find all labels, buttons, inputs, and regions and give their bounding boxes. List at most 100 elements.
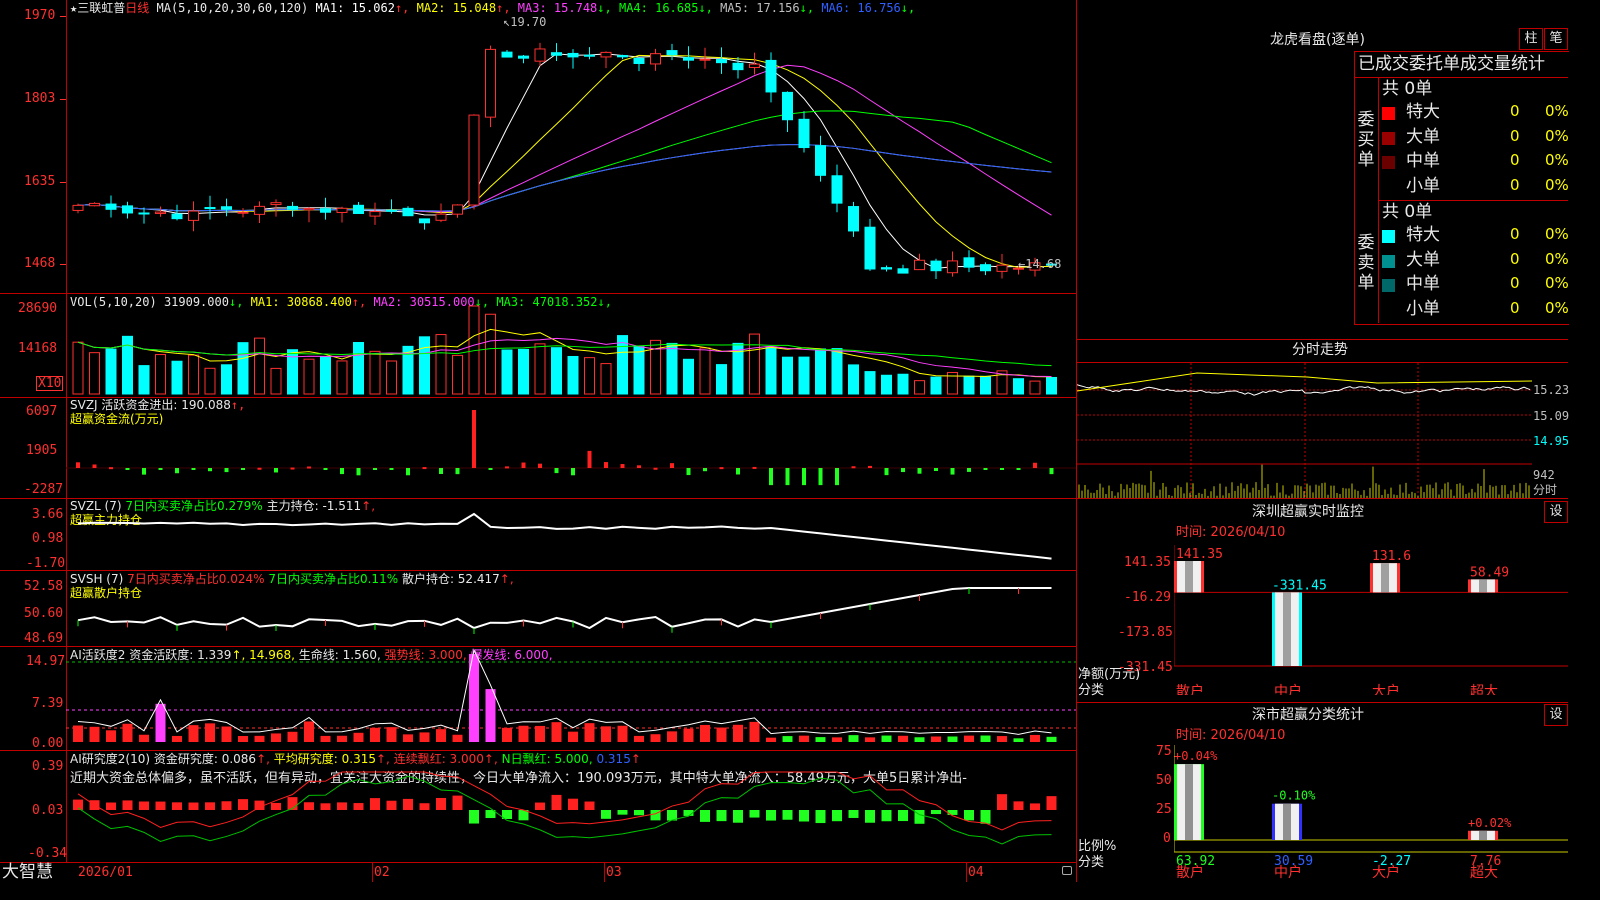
fund-flow-bar — [967, 468, 971, 472]
candle-body — [650, 53, 661, 65]
activity-bar — [73, 725, 83, 742]
category-swatch — [1382, 254, 1395, 268]
ai-research-chart[interactable] — [66, 752, 1076, 862]
fund-flow-bar — [868, 465, 872, 468]
research-bar — [320, 803, 331, 810]
candle-body — [204, 207, 216, 210]
classify-axis-label: 75 — [1156, 744, 1172, 759]
volume-bar — [699, 347, 711, 395]
category-count: 0 — [1510, 126, 1520, 145]
monitor-settings-button[interactable]: 设 — [1544, 501, 1568, 523]
activity-bar — [1030, 734, 1040, 742]
category-percent: 0% — [1545, 102, 1569, 120]
activity-bar — [238, 736, 248, 742]
volume-bar — [782, 356, 793, 395]
activity-bar — [782, 736, 793, 742]
date-label: 03 — [606, 865, 622, 880]
svzj-axis-label: 1905 — [26, 443, 58, 458]
activity-bar — [617, 725, 628, 742]
volume-bar — [534, 343, 546, 395]
intraday-unit-label: 分时 — [1533, 483, 1558, 497]
volume-chart[interactable] — [66, 298, 1076, 396]
price-axis-label: 1803 — [24, 91, 56, 106]
bar-shade — [1283, 592, 1291, 666]
candle-body — [534, 48, 546, 62]
candle-body — [897, 268, 909, 274]
activity-bar — [89, 726, 100, 742]
volume-bar — [666, 342, 678, 395]
ma-line — [77, 64, 1052, 216]
brand-logo[interactable]: 大智慧 — [2, 864, 53, 881]
stock-name[interactable]: 三联虹普 — [77, 1, 125, 15]
classify-chart[interactable]: 63.92+0.04%散户30.59-0.10%中户-2.27大户7.76+0.… — [1174, 745, 1568, 882]
volume-bar — [138, 365, 150, 395]
monitor-time: 时间: 2026/04/10 — [1176, 525, 1286, 540]
ai-active-chart[interactable] — [66, 648, 1076, 750]
period-label[interactable]: 日线 — [125, 1, 149, 15]
bar-shade — [1479, 579, 1487, 593]
volume-bar — [1046, 376, 1057, 395]
candle-body — [980, 264, 991, 272]
activity-bar — [320, 735, 331, 742]
candle-body — [947, 260, 958, 274]
research-bar — [172, 802, 182, 810]
category-swatch — [1382, 303, 1395, 317]
volume-bar — [963, 375, 975, 395]
svsh-chart[interactable] — [66, 572, 1076, 646]
price-axis-label: 1970 — [24, 8, 56, 23]
monitor-chart[interactable]: 141.35 散户 -331.45 中户 131.6 大户 58.49 超大 — [1174, 545, 1568, 695]
svzl-chart[interactable] — [66, 500, 1076, 570]
activity-bar — [139, 734, 149, 742]
candlestick-chart[interactable]: ↖19.70 ←14.68 — [66, 14, 1076, 292]
intraday-chart[interactable] — [1077, 363, 1532, 498]
ma-line — [77, 53, 1052, 269]
net-flow-bar — [1370, 563, 1400, 593]
category-percent: 0% — [1545, 175, 1569, 194]
fund-flow-bar — [406, 468, 410, 476]
fund-flow-bar — [802, 468, 806, 486]
volume-bar — [89, 352, 100, 395]
candle-body — [831, 175, 843, 204]
fund-flow-bar — [604, 462, 608, 468]
category-name: 小单 — [1406, 175, 1440, 196]
ma-value: MA4: 16.685 — [618, 1, 699, 15]
fund-flow-bar — [224, 468, 229, 473]
ratio-bar — [1174, 764, 1204, 840]
volume-bar — [518, 348, 529, 395]
price-axis-label: 1635 — [24, 174, 56, 189]
category-percent: 0% — [1545, 151, 1569, 169]
category-count: 0 — [1510, 298, 1520, 317]
activity-bar — [799, 735, 809, 742]
tick-view-button[interactable]: 笔 — [1544, 28, 1568, 50]
arrow-icon: ↓, — [698, 1, 721, 15]
category-swatch — [1382, 156, 1395, 169]
fund-flow-bar — [488, 468, 493, 470]
monitor-left-label: 净额(万元) — [1078, 667, 1141, 682]
volume-bar — [501, 349, 513, 395]
research-bar — [947, 810, 958, 815]
volume-bar — [1013, 378, 1024, 395]
bar-view-button[interactable]: 柱 — [1519, 28, 1543, 50]
classify-settings-button[interactable]: 设 — [1544, 704, 1568, 726]
research-bar — [155, 801, 166, 810]
candle-body — [798, 118, 810, 149]
buy-order-label: 委买单 — [1357, 110, 1375, 170]
category-percent: 0% — [1545, 249, 1569, 268]
classify-axis-label: 50 — [1156, 773, 1172, 788]
sell-order-label: 委卖单 — [1357, 233, 1375, 293]
volume-bar — [600, 363, 612, 395]
activity-bar — [584, 723, 595, 742]
research-bar — [848, 810, 859, 818]
ma-values: MA1: 15.062↑, MA2: 15.048↑, MA3: 15.748↓… — [315, 1, 915, 15]
ai-research-axis-label: 0.03 — [32, 803, 64, 818]
activity-bar — [914, 737, 925, 742]
volume-bar — [336, 360, 348, 395]
volume-bar — [419, 336, 430, 395]
dragon-header: 已成交委托单成交量统计 — [1358, 54, 1545, 74]
buy-total: 共 0单 — [1382, 79, 1433, 99]
fund-flow-bar — [208, 468, 212, 472]
category-name: 中单 — [1406, 151, 1440, 171]
monitor-title: 深圳超赢实时监控 — [1252, 504, 1364, 520]
svzj-chart[interactable] — [66, 400, 1076, 497]
lock-icon[interactable] — [1062, 866, 1072, 875]
